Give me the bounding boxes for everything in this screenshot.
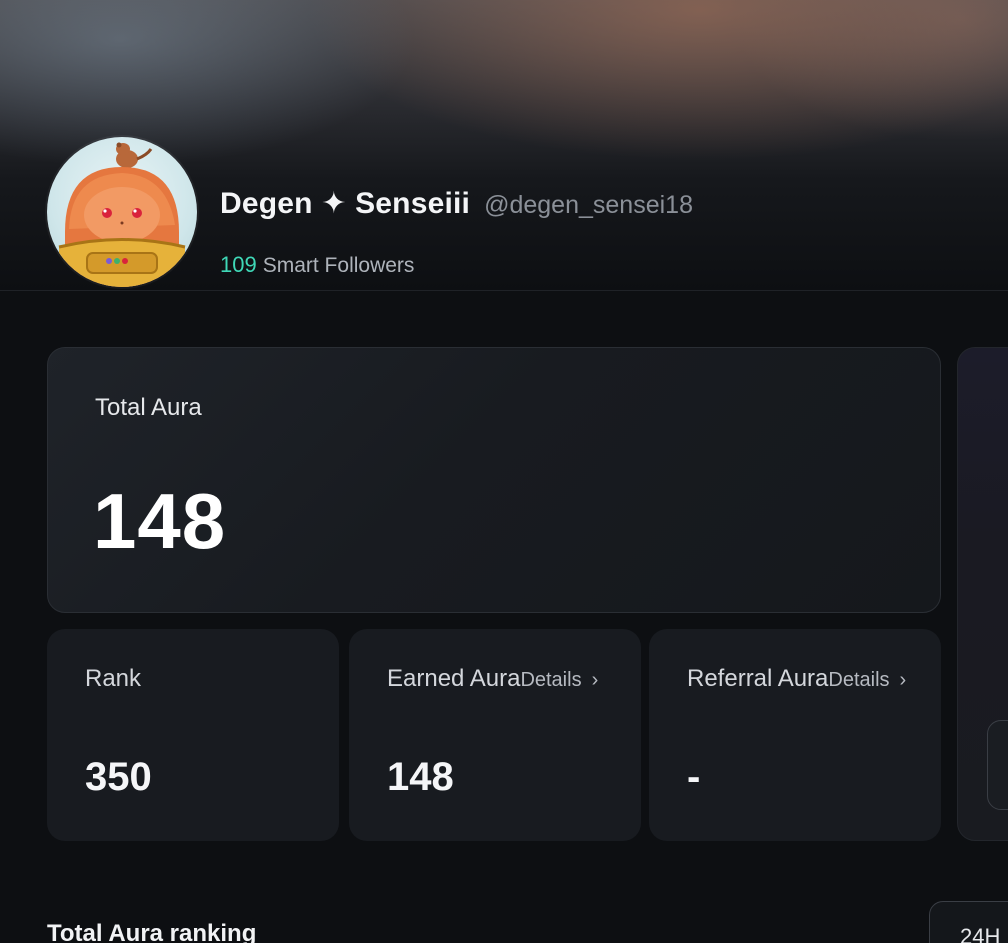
user-handle[interactable]: @degen_sensei18: [484, 191, 693, 220]
smart-followers[interactable]: 109 Smart Followers: [220, 252, 414, 278]
earned-aura-card: Earned AuraDetails › 148: [349, 629, 641, 841]
side-panel-button[interactable]: [987, 720, 1008, 810]
chevron-right-icon[interactable]: ›: [592, 669, 599, 691]
total-aura-title: Total Aura: [95, 394, 202, 421]
referral-aura-details-link[interactable]: Details: [828, 669, 889, 691]
total-aura-card: Total Aura 148: [47, 347, 941, 613]
time-range-button[interactable]: 24H: [929, 901, 1008, 943]
total-aura-value: 148: [93, 477, 227, 565]
referral-aura-label-row: Referral AuraDetails ›: [687, 665, 906, 693]
profile-page: Degen ✦ Senseiii @degen_sensei18 109 Smar…: [0, 0, 1008, 943]
profile-name-row: Degen ✦ Senseiii @degen_sensei18: [220, 186, 693, 221]
earned-aura-label-row: Earned AuraDetails ›: [387, 665, 598, 693]
referral-aura-value: -: [687, 755, 701, 799]
rank-value: 350: [85, 755, 152, 799]
earned-aura-label: Earned Aura: [387, 665, 521, 692]
robot-mascot-icon: [58, 142, 186, 287]
earned-aura-value: 148: [387, 755, 454, 799]
earned-aura-details-link[interactable]: Details: [520, 669, 581, 691]
avatar[interactable]: [47, 137, 197, 287]
header-divider: [0, 290, 1008, 291]
rank-label: Rank: [85, 665, 142, 692]
referral-aura-label: Referral Aura: [687, 665, 829, 692]
chevron-right-icon[interactable]: ›: [900, 669, 907, 691]
time-range-label: 24H: [960, 924, 1001, 943]
display-name: Degen ✦ Senseiii: [220, 187, 471, 220]
referral-aura-card: Referral AuraDetails › -: [649, 629, 941, 841]
ranking-title: Total Aura ranking: [47, 920, 257, 943]
rank-card: Rank 350: [47, 629, 339, 841]
smart-followers-count: 109: [220, 252, 257, 277]
smart-followers-label: Smart Followers: [262, 254, 415, 277]
